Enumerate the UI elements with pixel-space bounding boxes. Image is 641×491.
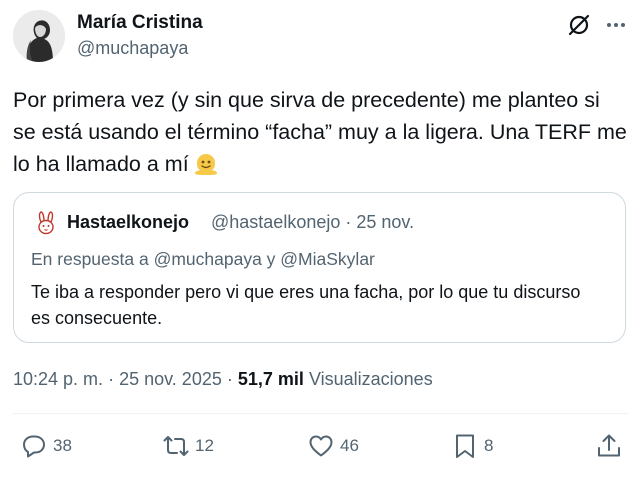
like-count: 46: [340, 436, 359, 455]
author-avatar[interactable]: [13, 10, 65, 62]
like-button[interactable]: 46: [308, 428, 359, 464]
tweet-text-content: Por primera vez (y sin que sirva de prec…: [13, 88, 627, 176]
author-avatar-image: [13, 10, 65, 62]
tweet-text: Por primera vez (y sin que sirva de prec…: [13, 84, 628, 180]
bunny-avatar-icon: [34, 211, 58, 235]
action-bar: 38 12 46 8: [0, 428, 641, 464]
reply-icon: [23, 435, 45, 458]
reply-count: 38: [53, 436, 72, 455]
quoted-reply-context: En respuesta a @muchapaya y @MiaSkylar: [31, 249, 375, 269]
quoted-tweet-text: Te iba a responder pero vi que eres una …: [31, 282, 581, 328]
quoted-date[interactable]: 25 nov.: [356, 212, 414, 232]
heart-icon: [309, 435, 333, 457]
meta-separator: ·: [108, 369, 115, 389]
quoted-author-handle[interactable]: @hastaelkonejo: [211, 212, 340, 232]
repost-button[interactable]: 12: [163, 428, 214, 464]
share-button[interactable]: [596, 428, 622, 464]
share-icon: [598, 434, 620, 457]
author-handle[interactable]: @muchapaya: [77, 38, 188, 59]
quoted-author-name[interactable]: Hastaelkonejo: [67, 212, 189, 233]
bookmark-count: 8: [484, 436, 494, 455]
melting-face-emoji-icon: [193, 150, 219, 176]
divider: [13, 413, 628, 414]
bookmark-button[interactable]: 8: [452, 428, 493, 464]
bookmark-icon: [456, 434, 474, 458]
tweet-date[interactable]: 25 nov. 2025: [119, 369, 222, 389]
repost-icon: [163, 436, 189, 456]
grok-icon[interactable]: [566, 12, 592, 38]
tweet-meta-row: 10:24 p. m. · 25 nov. 2025 · 51,7 mil Vi…: [13, 369, 433, 390]
author-name[interactable]: María Cristina: [77, 12, 203, 34]
repost-count: 12: [195, 436, 214, 455]
views-count: 51,7 mil: [237, 369, 304, 389]
meta-separator-2: ·: [226, 369, 233, 389]
views-label: Visualizaciones: [308, 369, 433, 389]
quoted-meta: @hastaelkonejo · 25 nov.: [211, 212, 414, 233]
tweet-time[interactable]: 10:24 p. m.: [13, 369, 103, 389]
reply-button[interactable]: 38: [21, 428, 72, 464]
more-options-icon[interactable]: [603, 12, 629, 38]
quoted-tweet-card[interactable]: Hastaelkonejo @hastaelkonejo · 25 nov. E…: [13, 192, 626, 343]
quoted-separator: ·: [345, 212, 352, 232]
